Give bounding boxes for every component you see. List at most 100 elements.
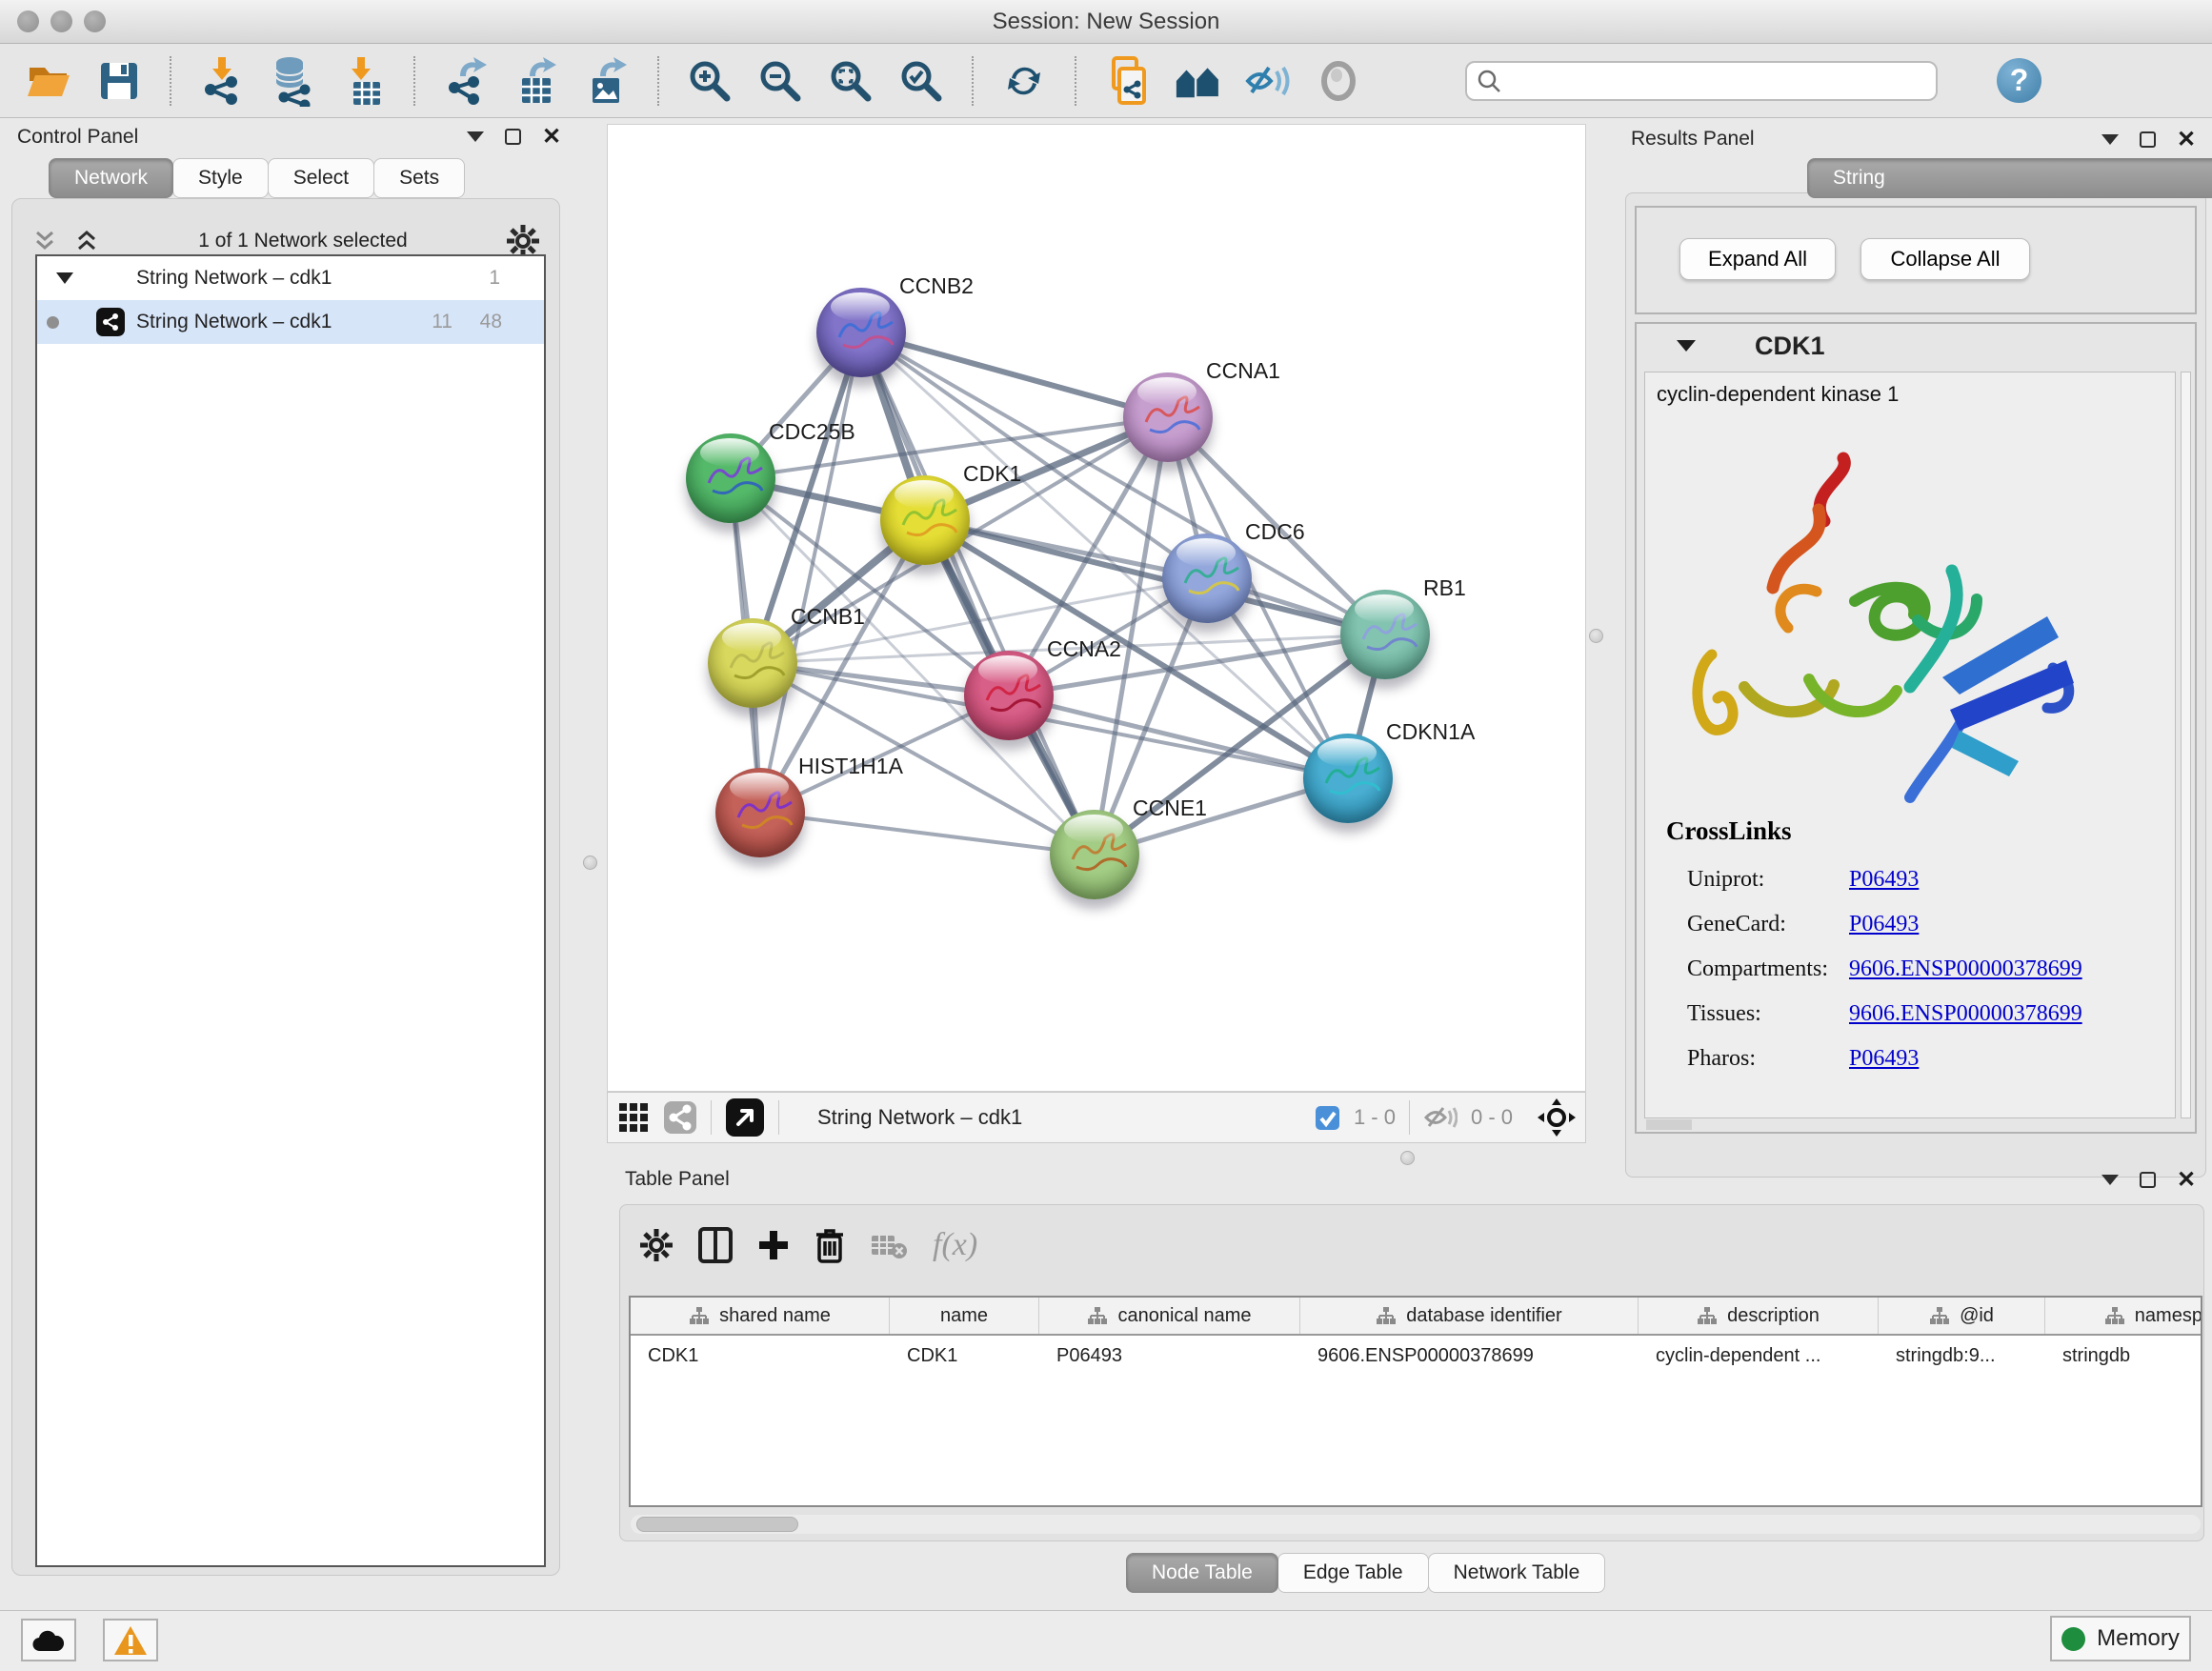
table-hscroll-thumb[interactable] [636, 1517, 798, 1532]
panel-menu-caret-icon[interactable] [467, 131, 484, 142]
clone-network-button[interactable] [1103, 55, 1151, 107]
delete-table-icon[interactable] [870, 1230, 908, 1260]
hidden-eye-icon[interactable] [1423, 1103, 1458, 1132]
panel-float-icon[interactable] [2140, 131, 2156, 148]
gene-section-header[interactable]: CDK1 [1637, 324, 2195, 368]
panel-close-icon[interactable]: ✕ [2177, 131, 2196, 148]
export-table-button[interactable] [513, 55, 560, 107]
show-columns-icon[interactable] [698, 1227, 733, 1263]
zoom-selected-button[interactable] [897, 55, 945, 107]
grid-view-icon[interactable] [617, 1101, 650, 1134]
refresh-button[interactable] [1000, 55, 1048, 107]
tab-string[interactable]: String [1807, 158, 2212, 198]
table-gear-icon[interactable] [639, 1228, 674, 1262]
column-header-canonical-name[interactable]: canonical name [1039, 1298, 1300, 1334]
crosslink-value-link[interactable]: P06493 [1849, 912, 1919, 937]
panel-float-icon[interactable] [505, 129, 521, 145]
import-table-file-button[interactable] [339, 55, 387, 107]
zoom-in-button[interactable] [686, 55, 734, 107]
tab-network-table[interactable]: Network Table [1428, 1553, 1606, 1593]
table-cell[interactable]: CDK1 [631, 1336, 890, 1376]
panel-close-icon[interactable]: ✕ [2177, 1172, 2196, 1188]
panel-menu-caret-icon[interactable] [2101, 134, 2119, 145]
vertical-splitter-handle[interactable] [583, 856, 597, 870]
show-all-networks-button[interactable] [1174, 55, 1221, 107]
panel-close-icon[interactable]: ✕ [542, 129, 561, 145]
add-column-icon[interactable] [757, 1229, 790, 1261]
tab-select[interactable]: Select [268, 158, 374, 198]
network-row-selected[interactable]: String Network – cdk1 11 48 [37, 300, 544, 344]
crosslink-value-link[interactable]: 9606.ENSP00000378699 [1849, 956, 2082, 982]
horizontal-splitter-handle[interactable] [1400, 1151, 1415, 1165]
export-image-button[interactable] [583, 55, 631, 107]
collapse-all-button[interactable]: Collapse All [1860, 238, 2030, 280]
node-ccna1[interactable] [1123, 372, 1213, 462]
gear-icon[interactable] [506, 224, 540, 258]
memory-button[interactable]: Memory [2050, 1616, 2191, 1661]
results-scrollbar[interactable] [2181, 372, 2191, 1118]
hide-selected-button[interactable] [1244, 55, 1292, 107]
network-canvas[interactable]: CCNB2CCNA1CDC25BCDK1CDC6RB1CCNB1CCNA2CDK… [607, 124, 1586, 1092]
tab-node-table[interactable]: Node Table [1126, 1553, 1278, 1593]
crosslink-value-link[interactable]: P06493 [1849, 867, 1919, 893]
network-view-share-icon[interactable] [663, 1100, 697, 1135]
edge-ccnb2-hist1h1a[interactable] [760, 332, 861, 813]
vertical-splitter-handle[interactable] [1589, 629, 1603, 643]
crosslink-value-link[interactable]: P06493 [1849, 1046, 1919, 1072]
export-network-button[interactable] [442, 55, 490, 107]
node-cdc6[interactable] [1162, 534, 1252, 623]
tab-sets[interactable]: Sets [373, 158, 465, 198]
node-ccne1[interactable] [1050, 810, 1139, 899]
cloud-status-button[interactable] [21, 1619, 76, 1661]
edge-hist1h1a-ccne1[interactable] [760, 813, 1095, 855]
table-row[interactable]: CDK1CDK1P064939606.ENSP00000378699cyclin… [631, 1336, 2202, 1376]
node-ccnb2[interactable] [816, 288, 906, 377]
search-input[interactable] [1509, 65, 1936, 97]
table-cell[interactable]: P06493 [1039, 1336, 1300, 1376]
selected-checkbox-icon[interactable] [1315, 1105, 1340, 1131]
fit-content-crosshair-icon[interactable] [1538, 1098, 1576, 1137]
column-header-database-identifier[interactable]: database identifier [1300, 1298, 1639, 1334]
table-hscrollbar[interactable] [631, 1515, 2201, 1534]
tab-style[interactable]: Style [172, 158, 269, 198]
node-ccna2[interactable] [964, 651, 1054, 740]
open-session-button[interactable] [25, 55, 72, 107]
table-cell[interactable]: stringdb [2045, 1336, 2202, 1376]
import-network-database-button[interactable] [269, 55, 316, 107]
node-ccnb1[interactable] [708, 618, 797, 708]
expand-all-icon[interactable] [73, 230, 100, 252]
birds-eye-view-icon[interactable] [725, 1097, 765, 1137]
import-network-file-button[interactable] [198, 55, 246, 107]
node-cdkn1a[interactable] [1303, 734, 1393, 823]
node-cdk1[interactable] [880, 475, 970, 565]
panel-menu-caret-icon[interactable] [2101, 1175, 2119, 1185]
tab-edge-table[interactable]: Edge Table [1277, 1553, 1429, 1593]
network-collection-row[interactable]: String Network – cdk1 1 [37, 256, 544, 300]
column-header-name[interactable]: name [890, 1298, 1039, 1334]
crosslink-value-link[interactable]: 9606.ENSP00000378699 [1849, 1001, 2082, 1027]
gene-collapse-caret-icon[interactable] [1677, 340, 1696, 352]
warning-status-button[interactable] [103, 1619, 158, 1661]
node-rb1[interactable] [1340, 590, 1430, 679]
node-hist1h1a[interactable] [715, 768, 805, 857]
column-header--id[interactable]: @id [1879, 1298, 2045, 1334]
panel-float-icon[interactable] [2140, 1172, 2156, 1188]
expand-all-button[interactable]: Expand All [1679, 238, 1836, 280]
results-hscroll-thumb[interactable] [1646, 1119, 1692, 1130]
node-cdc25b[interactable] [686, 433, 775, 523]
show-hidden-button[interactable] [1315, 55, 1362, 107]
tree-expand-caret-icon[interactable] [56, 272, 73, 284]
table-cell[interactable]: stringdb:9... [1879, 1336, 2045, 1376]
column-header-namespace[interactable]: namespace [2045, 1298, 2202, 1334]
help-button[interactable]: ? [1997, 58, 2041, 103]
delete-column-icon[interactable] [814, 1227, 845, 1263]
save-session-button[interactable] [95, 55, 143, 107]
collapse-all-icon[interactable] [31, 230, 58, 252]
table-cell[interactable]: CDK1 [890, 1336, 1039, 1376]
zoom-out-button[interactable] [756, 55, 804, 107]
table-cell[interactable]: 9606.ENSP00000378699 [1300, 1336, 1639, 1376]
function-builder-button[interactable]: f(x) [933, 1227, 977, 1263]
table-cell[interactable]: cyclin-dependent ... [1639, 1336, 1879, 1376]
column-header-shared-name[interactable]: shared name [631, 1298, 890, 1334]
tab-network[interactable]: Network [49, 158, 173, 198]
